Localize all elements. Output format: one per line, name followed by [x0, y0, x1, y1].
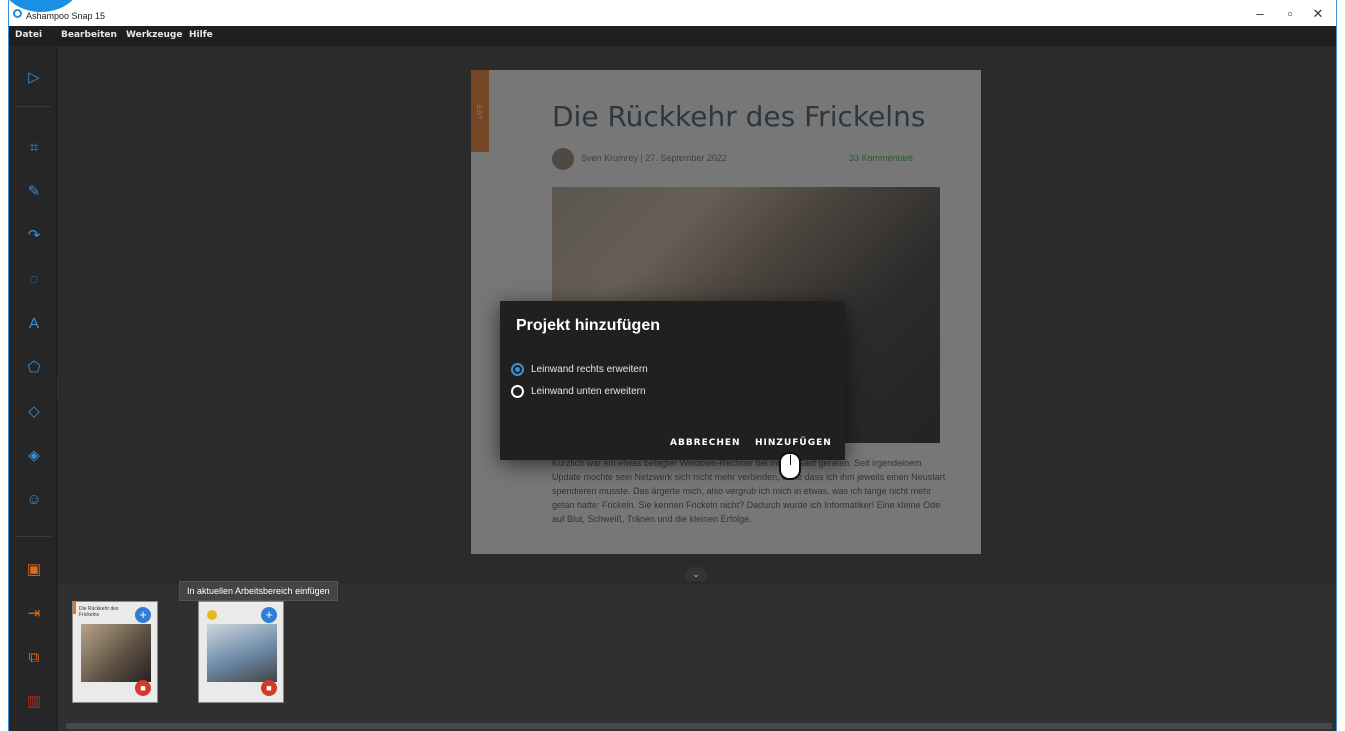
badge-icon: [207, 610, 217, 620]
save-icon[interactable]: ▣: [23, 558, 45, 580]
insert-tooltip: In aktuellen Arbeitsbereich einfügen: [179, 581, 338, 601]
tray-scrollbar[interactable]: [66, 723, 1332, 729]
fill-icon[interactable]: ◈: [23, 444, 45, 466]
thumbnail-title: Die Rückkehr des Frickelns: [79, 606, 119, 618]
radio-unchecked-icon[interactable]: [511, 385, 524, 398]
arrow-icon[interactable]: ↷: [23, 224, 45, 246]
menu-hilfe[interactable]: Hilfe: [189, 30, 213, 40]
collapse-tray-chevron-icon[interactable]: ⌄: [685, 567, 707, 581]
add-button[interactable]: HINZUFÜGEN: [755, 438, 832, 448]
close-button[interactable]: ✕: [1307, 6, 1329, 22]
option-label: Leinwand rechts erweitern: [531, 364, 648, 375]
project-thumbnail[interactable]: + ■: [198, 601, 284, 703]
emoji-icon[interactable]: ☺: [23, 488, 45, 510]
app-logo-icon: [13, 9, 22, 18]
comments-count: 33 Kommentare: [849, 153, 914, 163]
shape-icon[interactable]: ⬠: [23, 356, 45, 378]
option-extend-down[interactable]: Leinwand unten erweitern: [511, 385, 646, 398]
add-project-dialog: Projekt hinzufügen Leinwand rechts erwei…: [500, 301, 845, 460]
author-date: Sven Krumrey | 27. September 2022: [581, 153, 727, 163]
add-project-icon[interactable]: +: [135, 607, 151, 623]
copy-icon[interactable]: ⧉: [23, 646, 45, 668]
menu-bar: Datei Bearbeiten Werkzeuge Hilfe: [9, 26, 1336, 46]
tool-sidebar: ▷ ⌗ ✎ ↷ ◌ A ⬠ ◇ ◈ ☺ ▣ ⇥ ⧉ ▥: [9, 46, 57, 731]
author-avatar: [552, 148, 574, 170]
menu-datei[interactable]: Datei: [15, 30, 42, 40]
delete-project-icon[interactable]: ■: [135, 680, 151, 696]
maximize-button[interactable]: ▫: [1279, 6, 1301, 21]
select-icon[interactable]: ▷: [23, 66, 45, 88]
blur-icon[interactable]: ◌: [23, 268, 45, 290]
eraser-icon[interactable]: ◇: [23, 400, 45, 422]
pen-icon[interactable]: ✎: [23, 180, 45, 202]
delete-icon[interactable]: ▥: [23, 690, 45, 712]
mouse-click-icon: [779, 452, 801, 480]
menu-werkzeuge[interactable]: Werkzeuge: [126, 30, 182, 40]
delete-project-icon[interactable]: ■: [261, 680, 277, 696]
divider: [15, 536, 51, 537]
divider: [15, 106, 51, 107]
category-stripe: [73, 602, 76, 614]
menu-bearbeiten[interactable]: Bearbeiten: [61, 30, 117, 40]
article-body: Kürzlich war ein etwas betagter Windows-…: [552, 458, 946, 524]
text-icon[interactable]: A: [23, 312, 45, 334]
article-title: Die Rückkehr des Frickelns: [552, 100, 926, 133]
option-extend-right[interactable]: Leinwand rechts erweitern: [511, 363, 648, 376]
window-title: Ashampoo Snap 15: [26, 11, 106, 21]
category-tab: LIFE: [471, 70, 489, 152]
project-thumbnail[interactable]: Die Rückkehr des Frickelns + ■: [72, 601, 158, 703]
export-icon[interactable]: ⇥: [23, 602, 45, 624]
add-project-icon[interactable]: +: [261, 607, 277, 623]
minimize-button[interactable]: –: [1249, 6, 1271, 21]
dialog-title: Projekt hinzufügen: [516, 317, 660, 334]
thumbnail-image: [81, 624, 151, 682]
category-label: LIFE: [476, 103, 484, 119]
crop-icon[interactable]: ⌗: [23, 136, 45, 158]
cancel-button[interactable]: ABBRECHEN: [670, 438, 741, 448]
app-window: Ashampoo Snap 15 – ▫ ✕ Datei Bearbeiten …: [8, 0, 1337, 731]
title-bar: Ashampoo Snap 15 – ▫ ✕: [9, 0, 1336, 26]
thumbnail-image: [207, 624, 277, 682]
option-label: Leinwand unten erweitern: [531, 386, 646, 397]
radio-checked-icon[interactable]: [511, 363, 524, 376]
